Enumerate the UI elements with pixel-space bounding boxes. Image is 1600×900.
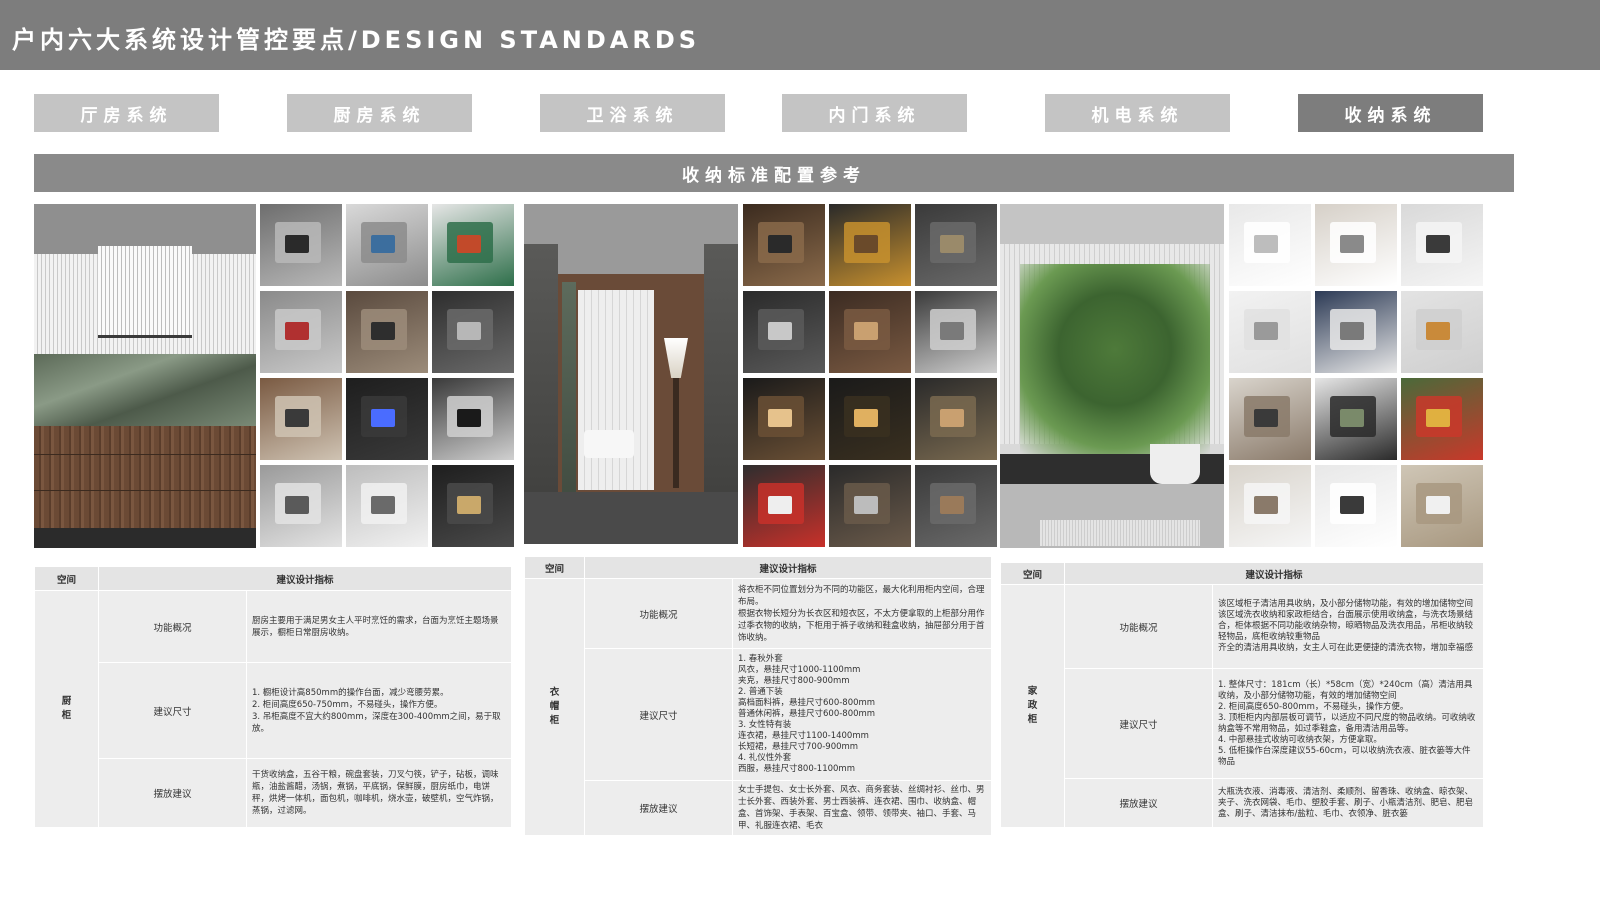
space-label: 厨 柜 [34, 590, 99, 828]
wardrobe-corridor-render [524, 204, 738, 544]
header-bar: 户内六大系统设计管控要点/DESIGN STANDARDS [0, 0, 1600, 70]
tab-living-room-system[interactable]: 厅房系统 [34, 94, 219, 132]
plant-shelf-photo [1401, 378, 1483, 460]
tab-mep-system[interactable]: 机电系统 [1045, 94, 1230, 132]
water-purifier-photo [260, 291, 342, 373]
glass-shelf-photo [915, 378, 997, 460]
faucet-photo [346, 204, 428, 286]
bottle-rack-photo [432, 204, 514, 286]
laundry-cabinet-photo [1229, 204, 1311, 286]
row-label: 摆放建议 [1064, 778, 1213, 828]
row-label: 摆放建议 [584, 780, 733, 836]
jewelry-tray-photo [829, 204, 911, 286]
accessory-tray-photo [829, 465, 911, 547]
balcony-plants-render [1000, 204, 1224, 548]
utility-closet-photo [1401, 204, 1483, 286]
row-text: 厨房主要用于满足男女主人平时烹饪的需求，台面为烹饪主题场景展示，橱柜日常厨房收纳… [246, 590, 512, 663]
row-text: 该区域柜子清洁用具收纳，及小部分储物功能，有效的增加储物空间 该区域洗衣收纳和家… [1212, 584, 1484, 669]
exercise-bike-photo [1229, 378, 1311, 460]
tall-cabinet-photo [1315, 291, 1397, 373]
sink-basket-photo [260, 204, 342, 286]
space-label: 衣 帽 柜 [524, 578, 585, 836]
table-header-metric: 建议设计指标 [1064, 562, 1484, 585]
towel-shelf-photo [1229, 465, 1311, 547]
kitchen-cabinet-spec-table: 空间 建议设计指标 厨 柜 功能概况 厨房主要用于满足男女主人平时烹饪的需求，台… [34, 566, 512, 828]
row-label: 建议尺寸 [98, 662, 247, 759]
row-label: 建议尺寸 [1064, 668, 1213, 779]
drawer-grid-photo [829, 291, 911, 373]
lit-cabinet-photo [743, 378, 825, 460]
wall-lamp-photo [829, 378, 911, 460]
table-header-metric: 建议设计指标 [584, 556, 992, 579]
hanging-rod-photo [743, 204, 825, 286]
row-text: 女士手提包、女士长外套、风衣、商务套装、丝绸衬衫、丝巾、男士长外套、西装外套、男… [732, 780, 992, 836]
drawer-organizer-photo [432, 465, 514, 547]
tab-interior-door-system[interactable]: 内门系统 [782, 94, 967, 132]
basket-storage-photo [1401, 465, 1483, 547]
row-text: 1. 春秋外套 风衣，悬挂尺寸1000-1100mm 夹克，悬挂尺寸800-90… [732, 648, 992, 781]
tie-drawer-photo [915, 465, 997, 547]
dishwasher-drawer-photo [432, 291, 514, 373]
table-header-space: 空间 [524, 556, 585, 579]
lift-basket-photo [260, 465, 342, 547]
pull-basket-photo [346, 465, 428, 547]
pet-corner-photo [1401, 291, 1483, 373]
row-label: 建议尺寸 [584, 648, 733, 781]
row-text: 1. 橱柜设计高850mm的操作台面，减少弯腰劳累。 2. 柜间高度650-75… [246, 662, 512, 759]
row-label: 功能概况 [584, 578, 733, 649]
row-label: 摆放建议 [98, 758, 247, 828]
row-text: 干货收纳盒，五谷干粮，碗盘套装，刀叉勺筷，铲子，砧板，调味瓶，油盐酱醋，汤锅，煮… [246, 758, 512, 828]
drying-rack-photo [1229, 291, 1311, 373]
table-header-metric: 建议设计指标 [98, 566, 512, 591]
table-header-space: 空间 [1000, 562, 1065, 585]
row-text: 大瓶洗衣液、消毒液、清洁剂、柔顺剂、留香珠、收纳盒、晾衣架、夹子、洗衣网袋、毛巾… [1212, 778, 1484, 828]
row-label: 功能概况 [1064, 584, 1213, 669]
pull-out-rack-photo [260, 378, 342, 460]
lounge-chair-photo [1315, 378, 1397, 460]
dish-rack-photo [432, 378, 514, 460]
space-label: 家 政 柜 [1000, 584, 1065, 828]
row-text: 将衣柜不同位置划分为不同的功能区，最大化利用柜内空间，合理布局。 根据衣物长短分… [732, 578, 992, 649]
induction-hob-photo [346, 378, 428, 460]
row-text: 1. 整体尺寸：181cm（长）*58cm（宽）*240cm（高）清洁用具收纳，… [1212, 668, 1484, 779]
wardrobe-spec-table: 空间 建议设计指标 衣 帽 柜 功能概况 将衣柜不同位置划分为不同的功能区，最大… [524, 556, 992, 836]
table-header-space: 空间 [34, 566, 99, 591]
pull-out-shelf-photo [915, 204, 997, 286]
closet-interior-photo [915, 291, 997, 373]
tab-kitchen-system[interactable]: 厨房系统 [287, 94, 472, 132]
red-drawer-photo [743, 465, 825, 547]
tab-storage-system[interactable]: 收纳系统 [1298, 94, 1483, 132]
kitchen-cabinet-render [34, 204, 256, 548]
watch-drawer-photo [743, 291, 825, 373]
corner-drawer-photo [346, 291, 428, 373]
washer-dryer-photo [1315, 204, 1397, 286]
row-label: 功能概况 [98, 590, 247, 663]
housekeeping-cabinet-spec-table: 空间 建议设计指标 家 政 柜 功能概况 该区域柜子清洁用具收纳，及小部分储物功… [1000, 562, 1484, 828]
jar-storage-photo [1315, 465, 1397, 547]
page-title: 户内六大系统设计管控要点/DESIGN STANDARDS [12, 26, 701, 54]
tab-bathroom-system[interactable]: 卫浴系统 [540, 94, 725, 132]
section-banner: 收纳标准配置参考 [34, 154, 1514, 192]
page: 户内六大系统设计管控要点/DESIGN STANDARDS 厅房系统 厨房系统 … [0, 0, 1600, 900]
